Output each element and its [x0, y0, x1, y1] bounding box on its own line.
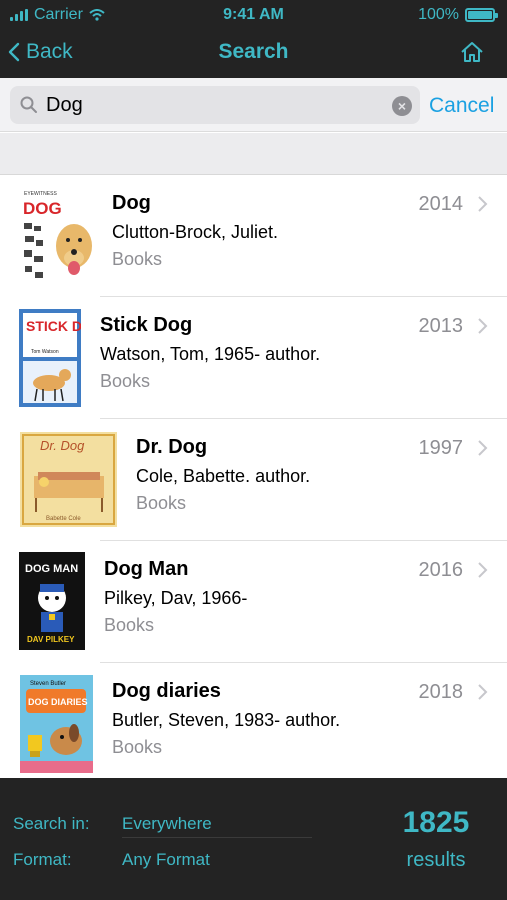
- book-cover: STICK DOG Tom Watson: [19, 309, 81, 407]
- cover-top-text: DAV PILKEY: [27, 635, 75, 644]
- format-selector[interactable]: Any Format: [122, 850, 210, 870]
- results-count-label: results: [406, 849, 466, 871]
- result-author: Pilkey, Dav, 1966-: [104, 588, 248, 608]
- top-bar: Carrier 9:41 AM 100% Back Search: [0, 0, 507, 78]
- chevron-right-icon: [478, 196, 488, 212]
- result-year: 2016: [418, 559, 464, 581]
- row-divider: [100, 296, 507, 297]
- result-format: Books: [104, 615, 155, 635]
- result-year: 1997: [418, 437, 464, 459]
- result-author: Watson, Tom, 1965- author.: [100, 344, 321, 364]
- result-format: Books: [100, 371, 151, 391]
- cover-top-text: Steven Butler: [30, 681, 66, 687]
- row-divider: [100, 540, 507, 541]
- home-icon[interactable]: [459, 40, 485, 64]
- section-spacer: [0, 133, 507, 175]
- chevron-right-icon: [478, 562, 488, 578]
- format-label: Format:: [13, 850, 72, 869]
- row-divider: [100, 418, 507, 419]
- search-in-selector[interactable]: Everywhere: [122, 814, 212, 834]
- cover-top-text: Tom Watson: [31, 349, 59, 355]
- results-count: 1825: [402, 806, 470, 839]
- search-input[interactable]: Dog ×: [10, 86, 420, 124]
- result-format: Books: [112, 249, 163, 269]
- result-row[interactable]: Steven Butler DOG DIARIES Dog diaries Bu…: [0, 664, 507, 778]
- result-author: Clutton-Brock, Juliet.: [112, 222, 279, 242]
- cancel-button[interactable]: Cancel: [429, 94, 494, 118]
- result-title: Dog diaries: [112, 680, 221, 702]
- clear-search-icon[interactable]: ×: [392, 96, 412, 116]
- result-row[interactable]: STICK DOG Tom Watson Stick Dog Watson, T…: [0, 298, 507, 419]
- book-cover: Steven Butler DOG DIARIES: [20, 675, 93, 773]
- status-bar: Carrier 9:41 AM 100%: [0, 0, 507, 30]
- result-author: Cole, Babette. author.: [136, 466, 311, 486]
- result-row[interactable]: DOG MAN DAV PILKEY Dog Man Pilkey, Dav, …: [0, 542, 507, 663]
- page-title: Search: [218, 40, 289, 63]
- result-format: Books: [112, 737, 163, 757]
- result-year: 2018: [418, 681, 464, 703]
- search-query: Dog: [46, 94, 83, 116]
- book-cover: DOG MAN DAV PILKEY: [19, 552, 85, 650]
- result-title: Dog: [112, 192, 151, 214]
- result-year: 2014: [418, 193, 464, 215]
- filter-bar: Search in: Everywhere Format: Any Format…: [0, 778, 507, 900]
- result-title: Dr. Dog: [136, 436, 208, 458]
- search-in-label: Search in:: [13, 814, 90, 833]
- cover-title-text: Dr. Dog: [40, 438, 85, 453]
- cover-title-text: STICK DOG: [26, 318, 81, 334]
- battery-percent: 100%: [418, 6, 459, 23]
- status-right: 100%: [418, 6, 498, 24]
- result-author: Butler, Steven, 1983- author.: [112, 710, 341, 730]
- chevron-right-icon: [478, 318, 488, 334]
- results-list: EYEWITNESS DOG Dog Clutton-Brock, Juliet…: [0, 176, 507, 778]
- chevron-right-icon: [478, 684, 488, 700]
- chevron-right-icon: [478, 440, 488, 456]
- result-format: Books: [136, 493, 187, 513]
- cover-title-text: DOG MAN: [25, 563, 78, 575]
- book-cover: EYEWITNESS DOG: [20, 188, 94, 286]
- result-year: 2013: [418, 315, 464, 337]
- result-row[interactable]: EYEWITNESS DOG Dog Clutton-Brock, Juliet…: [0, 176, 507, 297]
- search-bar: Dog × Cancel: [0, 78, 507, 132]
- cover-title-text: DOG: [23, 199, 62, 218]
- filter-divider: [122, 837, 312, 838]
- cover-top-text: EYEWITNESS: [24, 191, 57, 197]
- result-title: Dog Man: [104, 558, 189, 580]
- result-title: Stick Dog: [100, 314, 193, 336]
- row-divider: [100, 662, 507, 663]
- search-icon: [20, 96, 37, 113]
- cover-top-text: Babette Cole: [46, 516, 81, 522]
- cover-title-text: DOG DIARIES: [28, 697, 88, 707]
- result-row[interactable]: Dr. Dog Babette Cole Dr. Dog Cole, Babet…: [0, 420, 507, 541]
- book-cover: Dr. Dog Babette Cole: [20, 432, 117, 527]
- battery-icon: [465, 8, 498, 22]
- nav-bar: Back Search: [0, 32, 507, 74]
